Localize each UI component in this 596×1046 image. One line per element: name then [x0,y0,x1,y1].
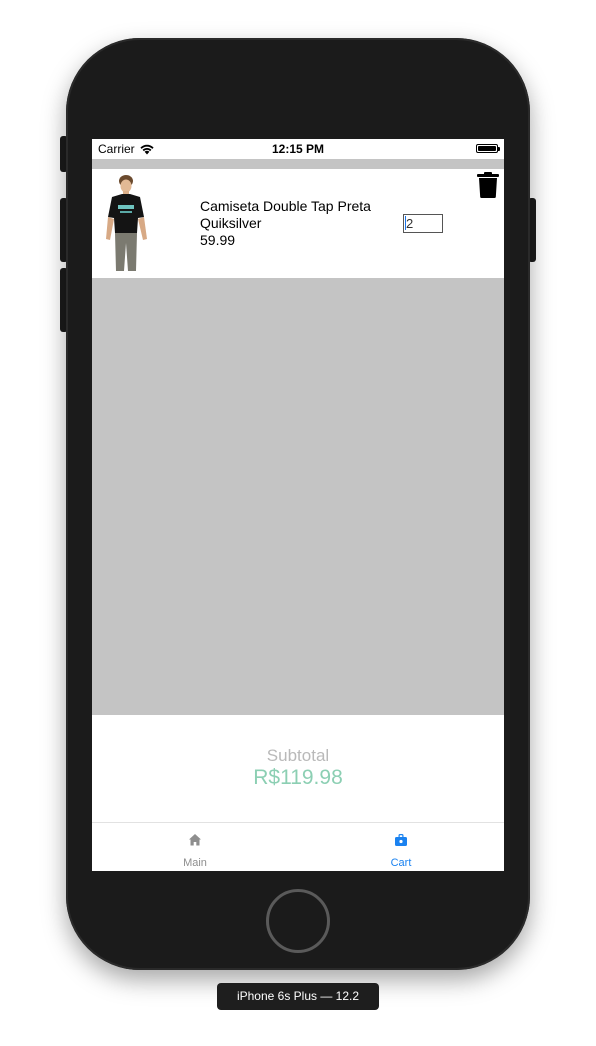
tab-bar: Main Cart [92,822,504,871]
subtotal-value: R$119.98 [253,766,343,789]
status-time: 12:15 PM [271,142,325,156]
device-caption: iPhone 6s Plus — 12.2 [217,983,379,1010]
app-screen: Carrier 12:15 PM Camiseta Double Tap Pre… [92,139,504,871]
status-bar: Carrier 12:15 PM [92,139,504,159]
battery-icon [476,144,500,153]
quantity-input[interactable] [403,214,443,233]
shopping-bag-icon [395,834,407,846]
cart-item-row: Camiseta Double Tap Preta Quiksilver 59.… [92,169,504,278]
product-price: 59.99 [200,232,236,248]
tab-main-label: Main [183,857,207,869]
product-image [106,175,147,271]
home-button[interactable] [266,889,330,953]
product-info: Camiseta Double Tap Preta Quiksilver 59.… [200,198,400,249]
simulator-stage: Carrier 12:15 PM Camiseta Double Tap Pre… [0,0,596,1046]
product-name-line1: Camiseta Double Tap Preta [200,198,371,214]
home-icon [189,834,201,846]
tab-main[interactable]: Main [92,823,298,871]
tab-cart[interactable]: Cart [298,823,504,871]
tab-cart-label: Cart [390,857,412,869]
subtotal-label: Subtotal [266,746,330,765]
trash-icon[interactable] [477,172,499,198]
product-name-line2: Quiksilver [200,215,262,231]
subtotal-panel: Subtotal R$119.98 [92,715,504,823]
